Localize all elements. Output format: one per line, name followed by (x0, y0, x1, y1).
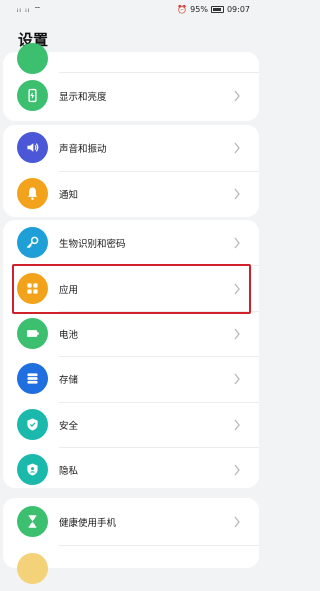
status-bar: ᵢₗ ᵢₗ ⌔ ⏰ 95% 09:07 (0, 0, 262, 20)
list-item-storage[interactable]: 存储 (3, 356, 259, 402)
shield-icon (17, 409, 48, 440)
battery-percent: 95% (190, 5, 208, 14)
chevron-right-icon (234, 188, 240, 200)
item-label: 显示和亮度 (59, 92, 107, 103)
settings-card-health: 健康使用手机 (3, 498, 259, 584)
list-item-next-partial[interactable] (3, 545, 259, 591)
settings-card-display: 显示和亮度 (3, 43, 259, 121)
item-label: 安全 (59, 421, 79, 432)
privacy-icon (17, 454, 48, 485)
item-label: 健康使用手机 (59, 518, 117, 529)
battery-icon (17, 318, 48, 349)
display-brightness-icon (17, 80, 48, 111)
chevron-right-icon (234, 464, 240, 476)
item-label: 生物识别和密码 (59, 239, 126, 250)
item-label: 存储 (59, 375, 79, 386)
sound-icon (17, 132, 48, 163)
alarm-icon: ⏰ (177, 5, 188, 14)
item-label: 电池 (59, 330, 79, 341)
chevron-right-icon (234, 328, 240, 340)
chevron-right-icon (234, 90, 240, 102)
chevron-right-icon (234, 142, 240, 154)
item-label: 通知 (59, 190, 79, 201)
list-item-privacy[interactable]: 隐私 (3, 447, 259, 493)
chevron-right-icon (234, 516, 240, 528)
highlight-box (12, 264, 251, 314)
list-item-sound-vibration[interactable]: 声音和振动 (3, 125, 259, 171)
storage-icon (17, 363, 48, 394)
partial-icon (17, 553, 48, 584)
list-item-security[interactable]: 安全 (3, 402, 259, 448)
settings-card-system: 生物识别和密码 应用 电池 存储 安全 隐私 (3, 220, 259, 488)
item-label: 声音和振动 (59, 144, 107, 155)
chevron-right-icon (234, 419, 240, 431)
item-label: 隐私 (59, 466, 79, 477)
chevron-right-icon (234, 237, 240, 249)
list-item-biometrics-password[interactable]: 生物识别和密码 (3, 220, 259, 266)
bell-icon (17, 178, 48, 209)
status-right: ⏰ 95% 09:07 (177, 5, 250, 14)
hourglass-icon (17, 506, 48, 537)
partial-icon (17, 43, 48, 74)
list-item-digital-balance[interactable]: 健康使用手机 (3, 499, 259, 545)
list-item-display-brightness[interactable]: 显示和亮度 (3, 73, 259, 119)
key-icon (17, 227, 48, 258)
clock: 09:07 (226, 5, 250, 14)
signal-wifi-indicators: ᵢₗ ᵢₗ ⌔ (17, 5, 43, 14)
chevron-right-icon (234, 373, 240, 385)
list-item-notifications[interactable]: 通知 (3, 171, 259, 217)
list-item-battery[interactable]: 电池 (3, 311, 259, 357)
battery-icon (210, 6, 224, 13)
settings-card-sound: 声音和振动 通知 (3, 125, 259, 217)
